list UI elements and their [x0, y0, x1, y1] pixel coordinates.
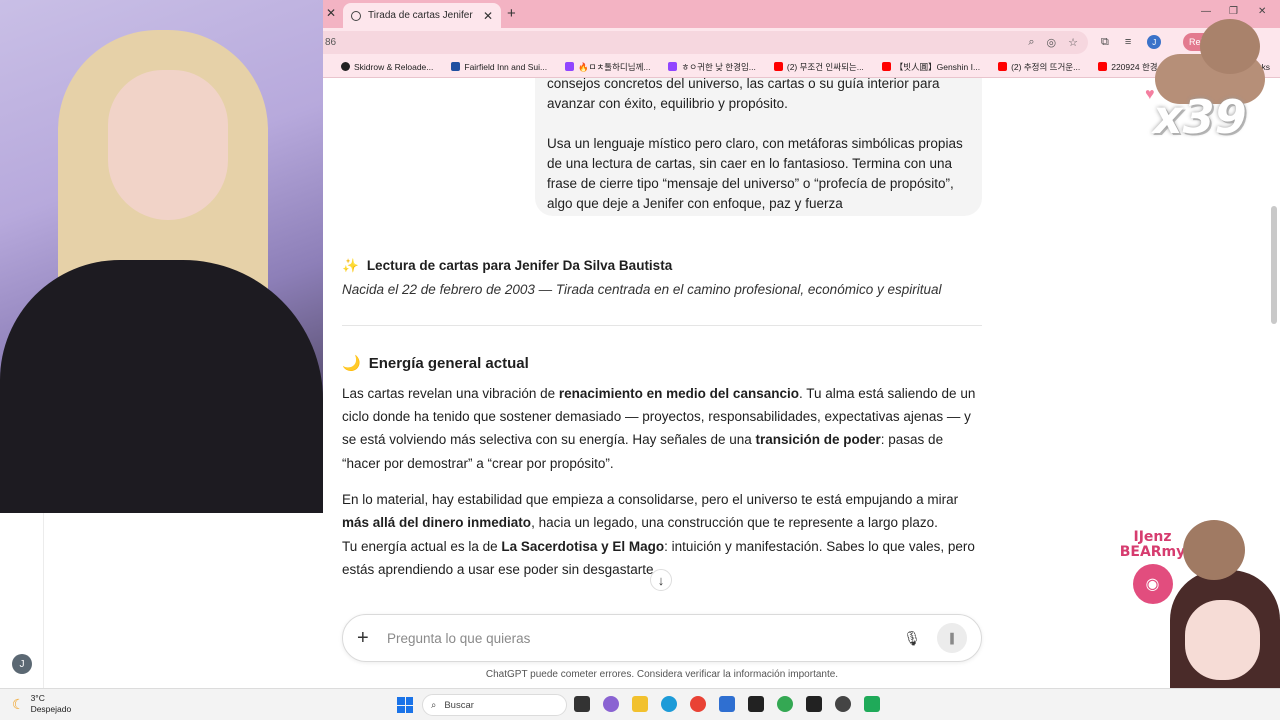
plus-icon[interactable]: +: [357, 627, 381, 650]
moon-icon: 🌙: [342, 354, 361, 372]
zoom-icon[interactable]: ⌕: [1028, 36, 1034, 49]
terminal-icon[interactable]: [748, 696, 764, 712]
disclaimer-text: ChatGPT puede cometer errores. Considera…: [485, 669, 839, 680]
paragraph-material: En lo material, hay estabilidad que empi…: [342, 492, 959, 531]
bookmark-item[interactable]: Fairfield Inn and Sui...: [451, 62, 547, 72]
twitch-icon: [668, 62, 678, 71]
chrome-profile-icon[interactable]: [777, 696, 793, 712]
bookmark-item[interactable]: ㅎㅇ귀한 낮 한경임...: [668, 61, 756, 73]
voice-mode-button[interactable]: ∥: [937, 623, 967, 653]
message-composer[interactable]: + Pregunta lo que quieras 🎙 ∥: [342, 614, 982, 662]
youtube-icon: [881, 62, 891, 71]
reading-title: ✨ Lectura de cartas para Jenifer Da Silv…: [342, 254, 982, 277]
tracking-icon[interactable]: ◎: [1047, 36, 1057, 49]
bear-head: [1200, 19, 1260, 74]
app-icon[interactable]: [864, 696, 880, 712]
taskbar-apps: [574, 696, 880, 712]
scroll-down-button[interactable]: ↓: [650, 569, 672, 591]
store-icon[interactable]: [719, 696, 735, 712]
bookmark-item[interactable]: Skidrow & Reloade...: [341, 62, 433, 72]
chatgpt-favicon-icon: [351, 10, 361, 21]
bookmark-item[interactable]: (2) 추정의 뜨거운...: [998, 61, 1080, 73]
reading-list-icon[interactable]: ≡: [1125, 36, 1131, 48]
youtube-icon: [773, 62, 783, 71]
composer-input[interactable]: Pregunta lo que quieras: [387, 631, 903, 646]
paragraph-energy: Las cartas revelan una vibración de rena…: [342, 385, 976, 471]
bookmark-item[interactable]: (2) 무조건 인싸되는...: [773, 61, 864, 73]
bookmark-item[interactable]: 【빗人圓】Genshin I...: [881, 61, 980, 73]
url-input[interactable]: 86 ⌕ ◎ ☆: [323, 31, 1088, 54]
url-text: 86: [325, 37, 337, 48]
file-explorer-icon[interactable]: [632, 696, 648, 712]
bookmark-icon: [341, 62, 350, 71]
arrow-down-icon: ↓: [657, 572, 665, 588]
taskbar-search[interactable]: ⌕ Buscar: [422, 694, 567, 716]
bear-sticker-overlay: ♥ x39: [1145, 14, 1275, 149]
bookmark-icon: [451, 62, 461, 71]
browser-tab-active[interactable]: Tirada de cartas Jenifer ✕: [343, 3, 501, 28]
browser-tab-bar: ✕ Tirada de cartas Jenifer ✕ + — ❐ ✕: [323, 0, 1280, 28]
vtuber-face: [1185, 600, 1260, 680]
windows-start-icon[interactable]: [397, 697, 413, 713]
search-icon: ⌕: [431, 699, 437, 711]
task-view-icon[interactable]: [574, 696, 590, 712]
chrome-icon[interactable]: [690, 696, 706, 712]
tab-title: Tirada de cartas Jenifer: [368, 10, 473, 21]
moon-weather-icon: ☾: [12, 695, 25, 712]
temperature: 3°C: [30, 693, 45, 703]
tab-close-icon[interactable]: ✕: [483, 9, 493, 23]
user-avatar[interactable]: J: [12, 654, 32, 674]
address-bar-row: 86 ⌕ ◎ ☆ ⧉ ≡ J Relau: [323, 28, 1280, 56]
bookmarks-bar: Skidrow & Reloade... Fairfield Inn and S…: [323, 56, 1280, 78]
chat-sidebar: J: [0, 513, 44, 688]
vtuber-bear-hat: [1183, 520, 1245, 580]
twitch-icon: [565, 62, 575, 71]
user-message-para-1: consejos concretos del universo, las car…: [547, 78, 940, 111]
bookmark-star-icon[interactable]: ☆: [1068, 36, 1078, 49]
microphone-icon[interactable]: 🎙: [903, 630, 921, 647]
scrollbar-thumb[interactable]: [1271, 206, 1277, 324]
reading-subtitle: Nacida el 22 de febrero de 2003 — Tirada…: [342, 282, 942, 298]
copilot-icon[interactable]: [603, 696, 619, 712]
youtube-icon: [998, 62, 1008, 71]
user-message-para-2: Usa un lenguaje místico pero claro, con …: [547, 136, 963, 211]
app-icon[interactable]: [806, 696, 822, 712]
webcam-body: [0, 260, 323, 513]
webcam-overlay: [0, 0, 323, 513]
waveform-icon: ∥: [949, 631, 955, 645]
section-divider: [342, 324, 982, 326]
new-tab-button[interactable]: +: [507, 5, 516, 22]
youtube-icon: [1098, 62, 1108, 71]
bookmark-item[interactable]: 🔥ㅁㅊ톨하디님께...: [565, 61, 650, 73]
webcam-face: [108, 70, 228, 220]
assistant-response: ✨ Lectura de cartas para Jenifer Da Silv…: [342, 254, 982, 581]
extensions-icon[interactable]: ⧉: [1101, 36, 1109, 49]
app-icon[interactable]: [835, 696, 851, 712]
close-icon[interactable]: ✕: [326, 6, 336, 20]
weather-widget[interactable]: ☾ 3°C Despejado: [12, 693, 71, 715]
user-message-bubble: consejos concretos del universo, las car…: [535, 78, 982, 216]
sparkles-icon: ✨: [342, 258, 359, 273]
energy-heading: 🌙 Energía general actual: [342, 352, 982, 375]
combo-counter: x39: [1153, 90, 1247, 144]
windows-taskbar: ☾ 3°C Despejado ⌕ Buscar: [0, 688, 1280, 720]
weather-condition: Despejado: [30, 704, 72, 714]
edge-icon[interactable]: [661, 696, 677, 712]
